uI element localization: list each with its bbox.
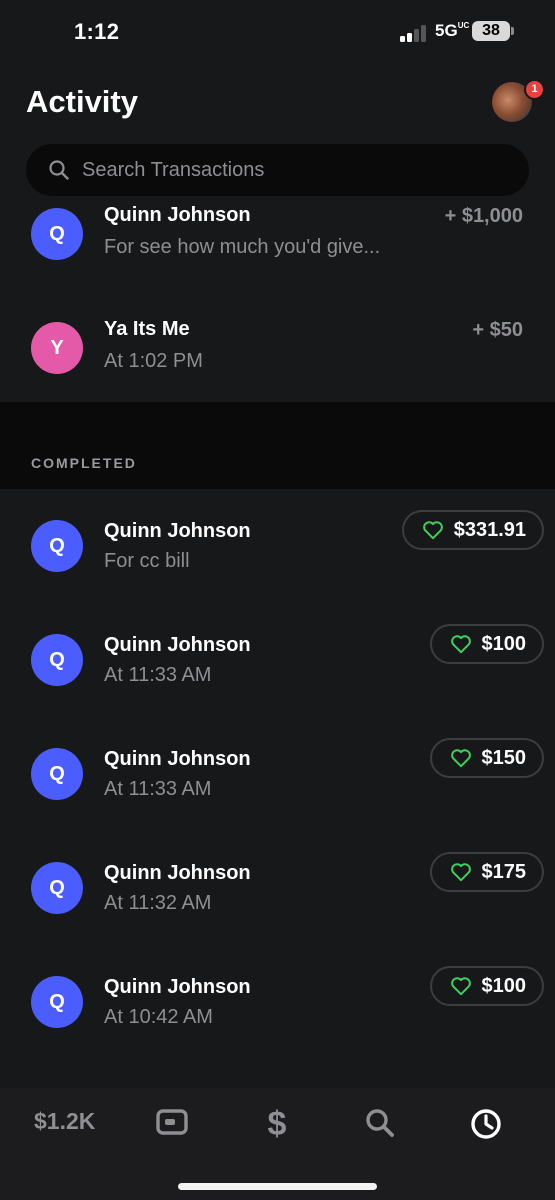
- amount-pill[interactable]: $175: [429, 852, 544, 892]
- signal-icon: [400, 24, 430, 42]
- battery-icon: 38: [472, 21, 510, 41]
- list-item[interactable]: Q Quinn Johnson For cc bill $331.91: [0, 489, 555, 599]
- list-item[interactable]: Q Quinn Johnson For see how much you'd g…: [0, 206, 555, 288]
- amount: $150: [481, 746, 527, 769]
- pending-list: Q Quinn Johnson For see how much you'd g…: [0, 206, 555, 402]
- transaction-note: At 10:42 AM: [104, 1006, 213, 1028]
- amount: $331.91: [453, 518, 526, 541]
- search-input[interactable]: [82, 144, 512, 196]
- status-time: 1:12: [74, 19, 120, 44]
- avatar: Q: [31, 976, 83, 1028]
- contact-name: Quinn Johnson: [104, 862, 251, 884]
- list-item[interactable]: Q Quinn Johnson At 11:32 AM $175: [0, 831, 555, 941]
- search-icon: [49, 160, 69, 180]
- list-item[interactable]: Q Quinn Johnson At 10:42 AM $100: [0, 945, 555, 1055]
- transaction-note: At 11:33 AM: [104, 778, 212, 800]
- network-type: 5G: [435, 21, 458, 40]
- notification-badge: 1: [524, 79, 545, 100]
- transaction-note: For see how much you'd give...: [104, 236, 381, 258]
- tab-balance[interactable]: $1.2K: [34, 1108, 95, 1135]
- transaction-note: At 11:33 AM: [104, 664, 212, 686]
- amount-pill[interactable]: $150: [429, 738, 544, 778]
- avatar: Q: [31, 520, 83, 572]
- dollar-icon[interactable]: $: [262, 1104, 292, 1147]
- amount: $175: [481, 860, 527, 883]
- amount-pill[interactable]: $100: [429, 624, 544, 664]
- transaction-note: At 11:32 AM: [104, 892, 212, 914]
- contact-name: Quinn Johnson: [104, 520, 251, 542]
- card-icon[interactable]: [156, 1108, 188, 1141]
- amount: + $1,000: [444, 206, 523, 227]
- amount: $100: [481, 974, 527, 997]
- svg-text:$: $: [268, 1105, 287, 1142]
- contact-name: Quinn Johnson: [104, 206, 251, 226]
- search-icon[interactable]: [365, 1108, 395, 1143]
- heart-icon: [422, 521, 443, 540]
- section-heading: COMPLETED: [31, 455, 137, 471]
- contact-name: Quinn Johnson: [104, 748, 251, 770]
- battery-tip: [511, 27, 514, 35]
- contact-name: Ya Its Me: [104, 318, 190, 340]
- search-bar[interactable]: [26, 144, 529, 196]
- amount-pill[interactable]: $331.91: [401, 510, 544, 550]
- amount-pill[interactable]: $100: [429, 966, 544, 1006]
- page-title: Activity: [26, 84, 138, 119]
- network-suffix: UC: [457, 21, 470, 30]
- contact-name: Quinn Johnson: [104, 634, 251, 656]
- avatar: Q: [31, 208, 83, 260]
- avatar: Q: [31, 634, 83, 686]
- list-item[interactable]: Q Quinn Johnson At 11:33 AM $150: [0, 717, 555, 827]
- transaction-note: At 1:02 PM: [104, 350, 203, 372]
- avatar: Y: [31, 322, 83, 374]
- heart-icon: [450, 863, 471, 882]
- amount: $100: [481, 632, 527, 655]
- avatar: Q: [31, 862, 83, 914]
- list-item[interactable]: Q Quinn Johnson At 11:33 AM $100: [0, 603, 555, 713]
- contact-name: Quinn Johnson: [104, 976, 251, 998]
- list-item[interactable]: Y Ya Its Me At 1:02 PM + $50: [0, 292, 555, 402]
- home-indicator: [178, 1183, 377, 1190]
- heart-icon: [450, 749, 471, 768]
- network-label: 5GUC: [435, 21, 469, 41]
- status-bar: 1:12 5GUC 38: [0, 0, 555, 66]
- heart-icon: [450, 635, 471, 654]
- amount: + $50: [472, 319, 523, 341]
- clock-icon[interactable]: [470, 1108, 502, 1145]
- heart-icon: [450, 977, 471, 996]
- section-divider: [0, 402, 555, 489]
- transaction-note: For cc bill: [104, 550, 190, 572]
- avatar: Q: [31, 748, 83, 800]
